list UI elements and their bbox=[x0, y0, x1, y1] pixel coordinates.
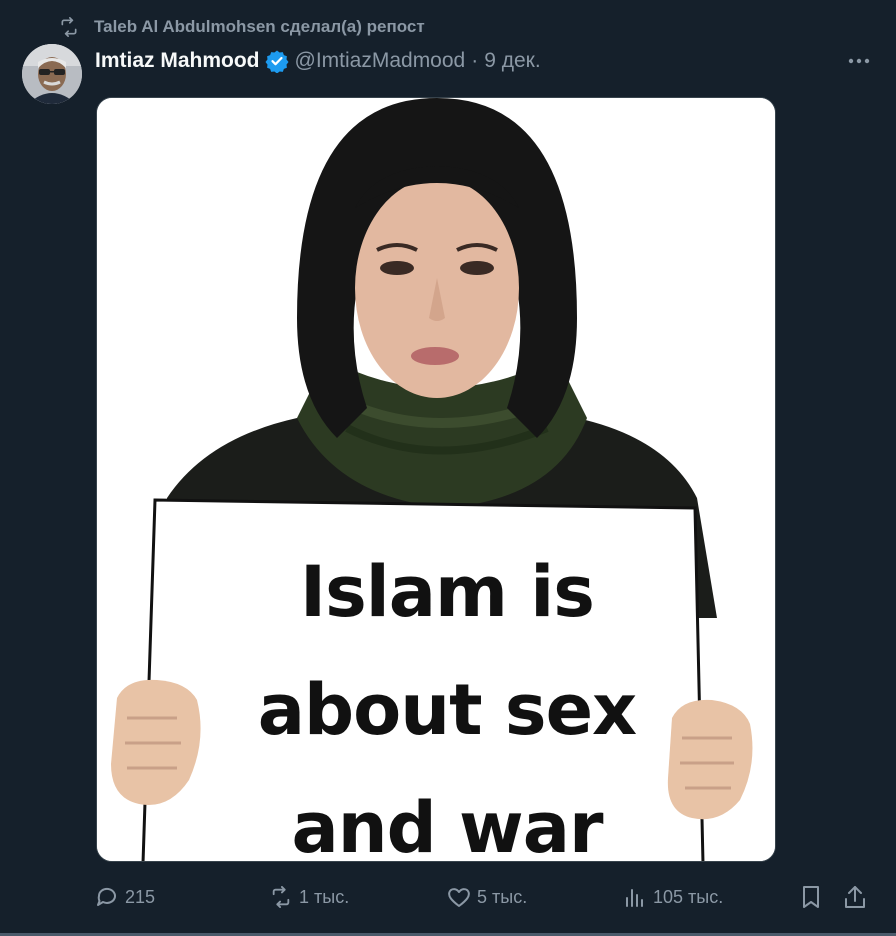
views-button[interactable]: 105 тыс. bbox=[622, 878, 723, 916]
tweet[interactable]: Taleb Al Abdulmohsen сделал(а) репост Im… bbox=[0, 0, 896, 936]
like-count: 5 тыс. bbox=[477, 886, 528, 907]
repost-button[interactable]: 1 тыс. bbox=[268, 878, 349, 916]
bookmark-icon bbox=[798, 884, 824, 910]
share-icon bbox=[842, 884, 868, 910]
tweet-header: Imtiaz Mahmood @ImtiazMadmood · 9 дек. bbox=[95, 46, 541, 76]
repost-label: Taleb Al Abdulmohsen сделал(а) репост bbox=[94, 17, 425, 36]
more-icon[interactable] bbox=[846, 48, 872, 74]
sign-line-3: and war bbox=[291, 787, 604, 862]
author-handle[interactable]: @ImtiazMadmood bbox=[295, 49, 466, 73]
repost-icon bbox=[268, 884, 294, 910]
share-button[interactable] bbox=[842, 878, 873, 916]
views-count: 105 тыс. bbox=[653, 886, 724, 907]
sign-line-1: Islam is bbox=[300, 551, 595, 633]
bookmark-button[interactable] bbox=[798, 878, 829, 916]
verified-badge-icon[interactable] bbox=[265, 49, 289, 73]
views-chart-icon bbox=[622, 884, 648, 910]
reply-button[interactable]: 215 bbox=[94, 878, 155, 916]
repost-icon bbox=[58, 16, 84, 38]
separator-dot: · bbox=[471, 49, 479, 72]
tweet-actions: 215 1 тыс. 5 тыс. 105 тыс. bbox=[94, 878, 878, 916]
author-name[interactable]: Imtiaz Mahmood bbox=[95, 49, 260, 73]
sign-line-2: about sex bbox=[257, 669, 637, 751]
reply-count: 215 bbox=[125, 886, 156, 907]
tweet-media-image[interactable]: Islam is about sex and war bbox=[96, 97, 776, 862]
sign-text: Islam is about sex and war bbox=[247, 533, 647, 862]
heart-icon bbox=[446, 884, 472, 910]
repost-context[interactable]: Taleb Al Abdulmohsen сделал(а) репост bbox=[58, 14, 425, 40]
tweet-date[interactable]: 9 дек. bbox=[484, 49, 540, 73]
repost-count: 1 тыс. bbox=[299, 886, 350, 907]
avatar[interactable] bbox=[22, 44, 82, 104]
reply-icon bbox=[94, 884, 120, 910]
like-button[interactable]: 5 тыс. bbox=[446, 878, 527, 916]
